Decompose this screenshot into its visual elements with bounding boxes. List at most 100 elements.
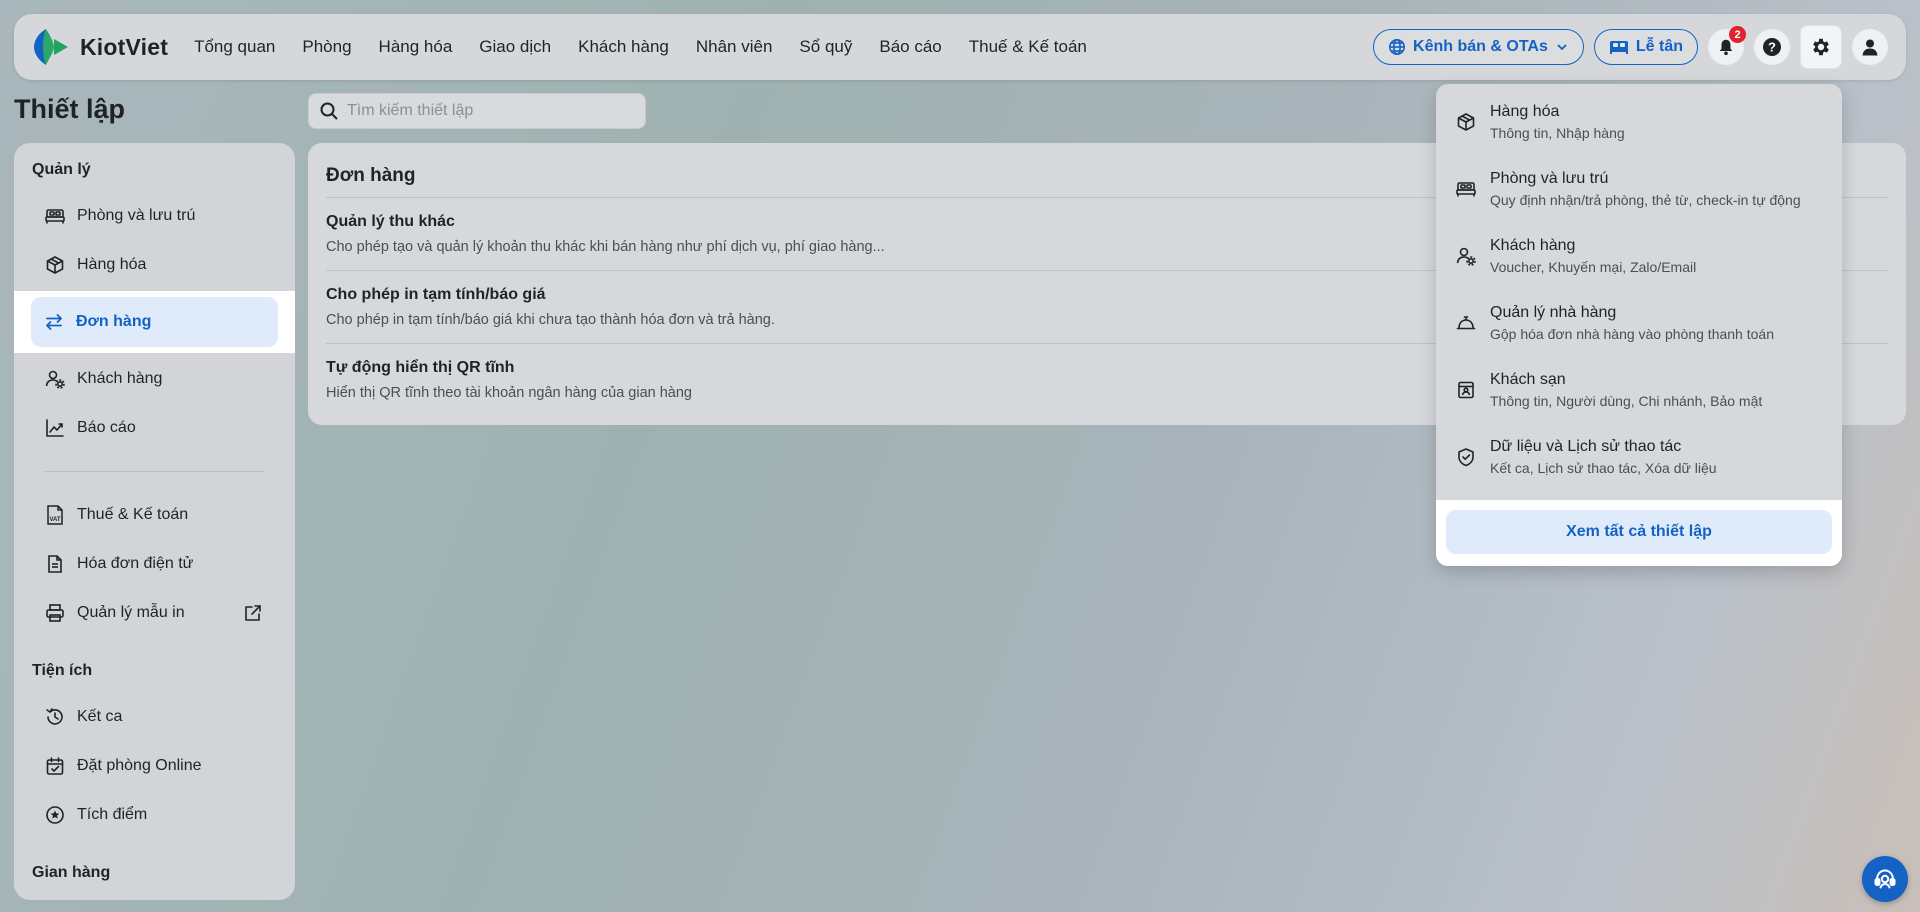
box-icon xyxy=(1456,112,1476,132)
dropdown-item-hotel[interactable]: Khách sạn Thông tin, Người dùng, Chi nhá… xyxy=(1436,356,1842,423)
store-icon xyxy=(1456,380,1476,400)
dropdown-item-title: Phòng và lưu trú xyxy=(1490,169,1609,187)
notifications-button[interactable]: 2 xyxy=(1708,26,1746,65)
nav-item-employees[interactable]: Nhân viên xyxy=(696,37,773,57)
sidebar-item-label: Tích điểm xyxy=(77,806,148,823)
globe-icon xyxy=(1388,38,1406,56)
user-settings-icon xyxy=(45,369,65,389)
dropdown-item-text: Phòng và lưu trú Quy định nhận/trả phòng… xyxy=(1490,170,1801,208)
nav-item-customers[interactable]: Khách hàng xyxy=(578,37,669,57)
kiotviet-logo-icon xyxy=(32,27,70,67)
sidebar-item-reports[interactable]: Báo cáo xyxy=(32,405,277,451)
sales-channels-button[interactable]: Kênh bán & OTAs xyxy=(1373,29,1584,65)
nav-item-cashbook[interactable]: Sổ quỹ xyxy=(799,37,852,57)
dropdown-item-desc: Kết ca, Lịch sử thao tác, Xóa dữ liệu xyxy=(1490,459,1717,476)
dropdown-footer: Xem tất cả thiết lập xyxy=(1436,500,1842,566)
box-icon xyxy=(45,255,65,275)
sidebar-item-label: Hóa đơn điện tử xyxy=(77,555,194,572)
sidebar-item-orders[interactable]: Đơn hàng xyxy=(14,291,295,353)
nav-item-overview[interactable]: Tổng quan xyxy=(194,37,275,57)
dropdown-item-title: Khách sạn xyxy=(1490,370,1566,388)
sidebar-item-online-booking[interactable]: Đặt phòng Online xyxy=(32,743,277,789)
dropdown-item-customers[interactable]: Khách hàng Voucher, Khuyến mại, Zalo/Ema… xyxy=(1436,222,1842,289)
dropdown-item-title: Quản lý nhà hàng xyxy=(1490,303,1617,321)
reception-label: Lễ tân xyxy=(1635,38,1683,55)
sidebar-section-utilities: Tiện ích xyxy=(32,662,93,679)
dropdown-item-text: Khách hàng Voucher, Khuyến mại, Zalo/Ema… xyxy=(1490,237,1696,275)
main-nav: Tổng quan Phòng Hàng hóa Giao dịch Khách… xyxy=(194,37,1087,57)
history-icon xyxy=(45,707,65,727)
dropdown-item-desc: Gộp hóa đơn nhà hàng vào phòng thanh toá… xyxy=(1490,325,1774,342)
sidebar-item-rooms[interactable]: Phòng và lưu trú xyxy=(32,193,277,239)
dropdown-item-goods[interactable]: Hàng hóa Thông tin, Nhập hàng xyxy=(1436,88,1842,155)
sidebar-item-label: Khách hàng xyxy=(77,370,163,387)
chevron-down-icon xyxy=(1555,40,1569,54)
sidebar-item-customers[interactable]: Khách hàng xyxy=(32,356,277,402)
kiotviet-logo[interactable]: KiotViet xyxy=(32,27,168,67)
sidebar-section-store: Gian hàng xyxy=(32,864,111,881)
dropdown-item-text: Quản lý nhà hàng Gộp hóa đơn nhà hàng và… xyxy=(1490,304,1774,342)
sidebar-section-manage: Quản lý xyxy=(32,161,91,178)
dropdown-item-text: Khách sạn Thông tin, Người dùng, Chi nhá… xyxy=(1490,371,1762,409)
help-button[interactable]: ? xyxy=(1754,29,1790,65)
svg-text:VAT: VAT xyxy=(49,517,60,523)
sidebar-item-label: Phòng và lưu trú xyxy=(77,207,196,224)
gear-icon xyxy=(1810,36,1832,58)
bed-icon xyxy=(1456,180,1476,198)
calendar-icon xyxy=(45,756,65,776)
support-chat-button[interactable] xyxy=(1862,856,1908,902)
dropdown-item-desc: Thông tin, Người dùng, Chi nhánh, Bảo mậ… xyxy=(1490,392,1763,409)
sidebar-item-loyalty-points[interactable]: Tích điểm xyxy=(32,792,277,838)
nav-item-rooms[interactable]: Phòng xyxy=(302,37,351,57)
settings-sidebar: Quản lý Phòng và lưu trú Hàng hóa Đơn hà… xyxy=(14,143,295,900)
help-icon: ? xyxy=(1762,37,1782,57)
settings-button[interactable] xyxy=(1800,25,1842,69)
account-button[interactable] xyxy=(1852,29,1888,65)
nav-item-goods[interactable]: Hàng hóa xyxy=(379,37,453,57)
user-icon xyxy=(1860,37,1880,57)
shield-check-icon xyxy=(1456,447,1476,467)
nav-item-transactions[interactable]: Giao dịch xyxy=(479,37,551,57)
sidebar-item-goods[interactable]: Hàng hóa xyxy=(32,242,277,288)
sidebar-item-label: Hàng hóa xyxy=(77,256,147,273)
dropdown-item-data-history[interactable]: Dữ liệu và Lịch sử thao tác Kết ca, Lịch… xyxy=(1436,423,1842,490)
external-link-icon[interactable] xyxy=(243,603,263,623)
svg-text:?: ? xyxy=(1768,40,1776,55)
search-icon xyxy=(319,101,339,121)
cloche-icon xyxy=(1456,313,1476,333)
settings-search xyxy=(308,93,646,129)
star-icon xyxy=(45,805,65,825)
support-agent-icon xyxy=(1871,865,1899,893)
dropdown-item-restaurant[interactable]: Quản lý nhà hàng Gộp hóa đơn nhà hàng và… xyxy=(1436,289,1842,356)
settings-dropdown-menu: Hàng hóa Thông tin, Nhập hàng Phòng và l… xyxy=(1436,84,1842,566)
search-input[interactable] xyxy=(347,102,627,120)
reception-button[interactable]: Lễ tân xyxy=(1593,29,1698,65)
topbar-actions: Kênh bán & OTAs Lễ tân 2 ? xyxy=(1373,25,1888,69)
sidebar-item-orders-active: Đơn hàng xyxy=(31,297,278,347)
dropdown-item-desc: Thông tin, Nhập hàng xyxy=(1490,124,1625,141)
dropdown-item-text: Dữ liệu và Lịch sử thao tác Kết ca, Lịch… xyxy=(1490,438,1717,476)
nav-item-reports[interactable]: Báo cáo xyxy=(879,37,941,57)
chart-icon xyxy=(45,418,65,438)
sidebar-item-label: Thuế & Kế toán xyxy=(77,506,189,523)
dropdown-item-desc: Quy định nhận/trả phòng, thẻ từ, check-i… xyxy=(1490,191,1801,208)
dropdown-item-title: Khách hàng xyxy=(1490,236,1576,254)
dropdown-item-rooms[interactable]: Phòng và lưu trú Quy định nhận/trả phòng… xyxy=(1436,155,1842,222)
view-all-settings-button[interactable]: Xem tất cả thiết lập xyxy=(1446,510,1832,554)
sidebar-item-label: Đơn hàng xyxy=(76,313,152,330)
printer-icon xyxy=(45,603,65,623)
dropdown-item-text: Hàng hóa Thông tin, Nhập hàng xyxy=(1490,103,1625,141)
sidebar-item-print-templates[interactable]: Quản lý mẫu in xyxy=(32,590,277,636)
sidebar-divider xyxy=(45,471,264,472)
bed-icon xyxy=(1609,38,1629,56)
swap-icon xyxy=(44,312,64,332)
sidebar-item-shift-close[interactable]: Kết ca xyxy=(32,694,277,740)
brand-name: KiotViet xyxy=(80,33,169,60)
sidebar-item-e-invoice[interactable]: Hóa đơn điện tử xyxy=(32,541,277,587)
dropdown-item-desc: Voucher, Khuyến mại, Zalo/Email xyxy=(1490,258,1697,275)
sales-channels-label: Kênh bán & OTAs xyxy=(1413,38,1548,55)
sidebar-item-tax-accounting[interactable]: VAT Thuế & Kế toán xyxy=(32,492,277,538)
dropdown-item-title: Hàng hóa xyxy=(1490,102,1560,120)
nav-item-tax-accounting[interactable]: Thuế & Kế toán xyxy=(969,37,1087,57)
user-settings-icon xyxy=(1456,246,1476,266)
